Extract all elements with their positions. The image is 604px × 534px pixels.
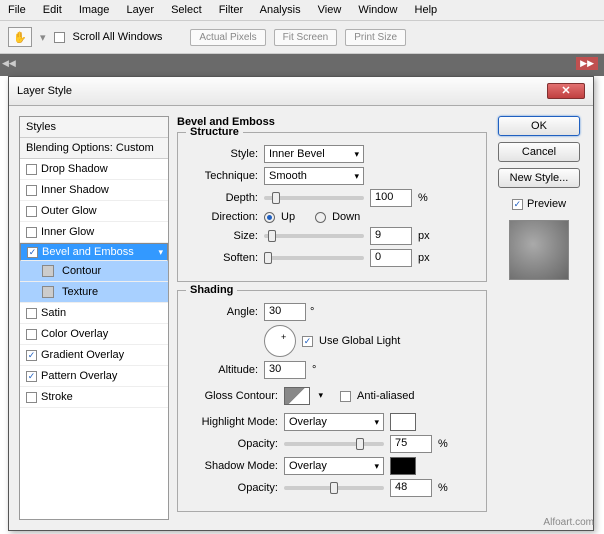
depth-slider[interactable] [264,196,364,200]
structure-group: Structure Style:Inner Bevel Technique:Sm… [177,132,487,282]
dialog-buttons: OK Cancel New Style... Preview [495,116,583,520]
style-color-overlay[interactable]: Color Overlay [20,324,168,345]
ok-button[interactable]: OK [498,116,580,136]
style-contour[interactable]: Contour [20,261,168,282]
menu-analysis[interactable]: Analysis [260,4,301,16]
technique-select[interactable]: Smooth [264,167,364,185]
hand-tool-icon[interactable]: ✋ [8,27,32,47]
menu-edit[interactable]: Edit [43,4,62,16]
style-bevel-emboss[interactable]: Bevel and Emboss [20,243,168,261]
options-bar: ✋ ▾ Scroll All Windows Actual Pixels Fit… [0,21,604,54]
highlight-color-swatch[interactable] [390,413,416,431]
global-light-checkbox[interactable] [302,336,313,347]
highlight-opacity-slider[interactable] [284,442,384,446]
direction-down-radio[interactable] [315,212,326,223]
style-outer-glow[interactable]: Outer Glow [20,201,168,222]
settings-panel: Bevel and Emboss Structure Style:Inner B… [177,116,487,520]
new-style-button[interactable]: New Style... [498,168,580,188]
style-pattern-overlay[interactable]: Pattern Overlay [20,366,168,387]
preview-checkbox[interactable] [512,199,523,210]
styles-list: Styles Blending Options: Custom Drop Sha… [19,116,169,520]
menu-bar: File Edit Image Layer Select Filter Anal… [0,0,604,21]
close-button[interactable]: ✕ [547,83,585,99]
style-stroke[interactable]: Stroke [20,387,168,408]
menu-view[interactable]: View [318,4,342,16]
menu-layer[interactable]: Layer [126,4,154,16]
style-texture[interactable]: Texture [20,282,168,303]
shading-legend: Shading [186,284,237,296]
watermark: Alfoart.com [543,517,594,528]
menu-select[interactable]: Select [171,4,202,16]
antialiased-checkbox[interactable] [340,391,351,402]
size-slider[interactable] [264,234,364,238]
highlight-opacity-input[interactable]: 75 [390,435,432,453]
shadow-opacity-slider[interactable] [284,486,384,490]
style-gradient-overlay[interactable]: Gradient Overlay [20,345,168,366]
menu-window[interactable]: Window [358,4,397,16]
style-inner-shadow[interactable]: Inner Shadow [20,180,168,201]
dialog-title: Layer Style [17,85,72,97]
menu-image[interactable]: Image [79,4,110,16]
preview-thumbnail [509,220,569,280]
actual-pixels-button[interactable]: Actual Pixels [190,29,265,46]
style-inner-glow[interactable]: Inner Glow [20,222,168,243]
blending-options-header[interactable]: Blending Options: Custom [20,138,168,159]
shadow-color-swatch[interactable] [390,457,416,475]
angle-wheel[interactable] [264,325,296,357]
style-satin[interactable]: Satin [20,303,168,324]
shadow-opacity-input[interactable]: 48 [390,479,432,497]
shadow-mode-select[interactable]: Overlay [284,457,384,475]
highlight-mode-select[interactable]: Overlay [284,413,384,431]
dialog-titlebar[interactable]: Layer Style ✕ [9,77,593,106]
tab-scroll-icon[interactable]: ◀◀ [2,58,16,69]
menu-help[interactable]: Help [415,4,438,16]
scroll-all-label: Scroll All Windows [73,31,163,43]
shading-group: Shading Angle: 30° Use Global Light Alti… [177,290,487,512]
fit-screen-button[interactable]: Fit Screen [274,29,338,46]
scroll-all-checkbox[interactable] [54,32,65,43]
style-select[interactable]: Inner Bevel [264,145,364,163]
menu-filter[interactable]: Filter [219,4,243,16]
direction-up-radio[interactable] [264,212,275,223]
size-input[interactable]: 9 [370,227,412,245]
layer-style-dialog: Layer Style ✕ Styles Blending Options: C… [8,76,594,531]
print-size-button[interactable]: Print Size [345,29,406,46]
soften-input[interactable]: 0 [370,249,412,267]
structure-legend: Structure [186,126,243,138]
altitude-input[interactable]: 30 [264,361,306,379]
angle-input[interactable]: 30 [264,303,306,321]
tab-close-icon[interactable]: ▶▶ [576,57,598,70]
styles-header[interactable]: Styles [20,117,168,138]
depth-input[interactable]: 100 [370,189,412,207]
soften-slider[interactable] [264,256,364,260]
style-drop-shadow[interactable]: Drop Shadow [20,159,168,180]
gloss-contour-picker[interactable] [284,387,310,405]
document-tab-bar: ◀◀ ▶▶ [0,54,604,76]
cancel-button[interactable]: Cancel [498,142,580,162]
menu-file[interactable]: File [8,4,26,16]
